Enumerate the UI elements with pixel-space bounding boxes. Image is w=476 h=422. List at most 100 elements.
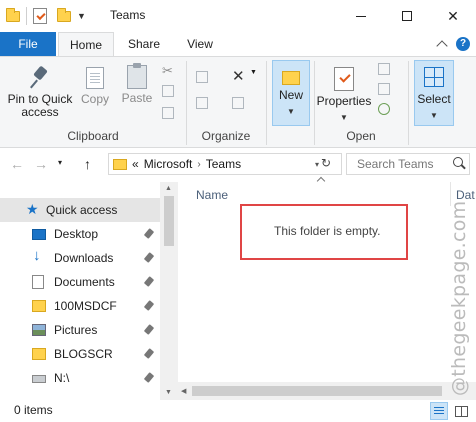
copy-button[interactable]: Copy [78,67,112,106]
navigation-pane: ★ Quick access Desktop ↓ Downloads Docum… [0,182,178,400]
divider [26,7,27,25]
properties-button[interactable]: Properties ▼ [316,67,372,124]
documents-icon [32,275,44,289]
horizontal-scrollbar[interactable]: ◀ [178,382,476,400]
pin-icon [143,276,155,287]
title-bar: ▼ Teams ✕ [0,0,476,32]
history-icon[interactable] [378,103,390,115]
nav-item-label: Desktop [54,227,99,241]
chevron-down-icon: ▼ [430,111,438,120]
new-button[interactable]: New ▼ [272,60,310,126]
tab-share[interactable]: Share [118,32,170,56]
close-button[interactable]: ✕ [430,0,476,32]
scroll-down-icon[interactable]: ▼ [165,389,172,396]
rename-icon[interactable] [232,97,244,109]
up-button[interactable]: ↑ [84,156,91,172]
scroll-left-icon[interactable]: ◀ [181,387,186,395]
pin-icon [143,300,155,311]
chevron-down-icon: ▼ [340,113,348,122]
drive-icon [32,375,46,383]
nav-quick-access-label: Quick access [46,203,118,217]
chevron-right-icon[interactable]: › [197,159,200,170]
empty-folder-message: This folder is empty. [274,224,381,238]
scroll-up-icon[interactable]: ▲ [165,185,172,192]
breadcrumb-microsoft[interactable]: Microsoft [144,157,193,171]
pin-to-quick-access-button[interactable]: Pin to Quick access [4,67,76,119]
nav-item-desktop[interactable]: Desktop [0,222,160,246]
divider [408,61,409,145]
scrollbar-thumb[interactable] [164,196,174,246]
tab-home[interactable]: Home [58,32,114,57]
pin-icon [143,348,155,359]
search-icon [453,157,463,167]
pin-icon [143,372,155,383]
nav-item-n-drive[interactable]: N:\ [0,366,160,390]
scrollbar-thumb[interactable] [192,386,442,396]
properties-icon[interactable] [33,8,47,24]
forward-button[interactable]: → [34,156,48,172]
pictures-icon [32,324,46,336]
nav-item-documents[interactable]: Documents [0,270,160,294]
recent-locations-icon[interactable]: ▾ [58,158,62,167]
tab-view[interactable]: View [176,32,224,56]
address-bar-row: ← → ▾ ↑ « Microsoft › Teams ▾ ↻ Search T… [0,148,476,180]
copy-to-icon[interactable] [196,97,208,109]
ribbon-tabs: File Home Share View ? [0,32,476,57]
nav-item-downloads[interactable]: ↓ Downloads [0,246,160,270]
select-button[interactable]: Select ▼ [414,60,454,126]
nav-item-blogscr[interactable]: BLOGSCR [0,342,160,366]
pin-icon [143,228,155,239]
column-header-name[interactable]: Name [196,188,228,202]
edit-icon[interactable] [378,83,390,95]
breadcrumb-overflow[interactable]: « [132,157,139,171]
pin-label: Pin to Quick access [7,92,73,119]
chevron-down-icon[interactable]: ▾ [315,160,319,169]
watermark: @thegeekpage.com [448,200,470,397]
paste-label: Paste [121,91,153,105]
maximize-button[interactable] [384,0,430,32]
paste-shortcut-icon[interactable] [162,107,174,119]
new-folder-icon [282,71,300,85]
nav-item-pictures[interactable]: Pictures [0,318,160,342]
nav-item-100msdcf[interactable]: 100MSDCF [0,294,160,318]
help-icon[interactable]: ? [456,37,470,51]
nav-quick-access[interactable]: ★ Quick access [0,198,160,222]
nav-item-label: Pictures [54,323,98,337]
folder-icon [32,300,46,312]
nav-item-label: BLOGSCR [54,347,113,361]
new-folder-icon[interactable] [57,7,71,22]
search-placeholder: Search Teams [357,157,434,171]
address-field[interactable]: « Microsoft › Teams ▾ [108,153,342,175]
back-button[interactable]: ← [10,156,24,172]
paste-button[interactable]: Paste [118,63,156,105]
tab-file[interactable]: File [0,32,56,56]
pin-icon [143,252,155,263]
cut-icon[interactable]: ✂ [162,63,176,78]
desktop-icon [32,229,46,240]
move-to-icon[interactable] [196,71,208,83]
ribbon: Pin to Quick access Copy Paste ✂ Clipboa… [0,56,476,148]
quick-access-toolbar: ▼ [6,7,86,25]
select-label: Select [417,92,451,106]
minimize-button[interactable] [338,0,384,32]
breadcrumb-teams[interactable]: Teams [206,157,241,171]
collapse-ribbon-icon[interactable] [436,40,448,52]
open-icon[interactable] [378,63,390,75]
folder-icon [32,348,46,360]
divider [266,61,267,145]
search-input[interactable]: Search Teams [346,153,470,175]
organize-group-label: Organize [201,129,251,143]
delete-icon[interactable]: ✕ [232,67,246,85]
properties-label: Properties [316,94,372,108]
refresh-icon[interactable]: ↻ [321,156,331,170]
status-bar: 0 items [0,400,476,422]
copy-path-icon[interactable] [162,85,174,97]
chevron-down-icon[interactable]: ▼ [250,69,264,83]
customize-toolbar-icon[interactable]: ▼ [77,11,86,21]
details-view-button[interactable] [430,402,448,420]
nav-pane-scrollbar[interactable]: ▲ ▼ [160,182,178,400]
open-group-label: Open [346,129,376,143]
maximize-icon [402,11,412,21]
file-list-pane[interactable]: Name Dat This folder is empty. ◀ [178,176,476,400]
large-icons-view-button[interactable] [452,402,470,420]
